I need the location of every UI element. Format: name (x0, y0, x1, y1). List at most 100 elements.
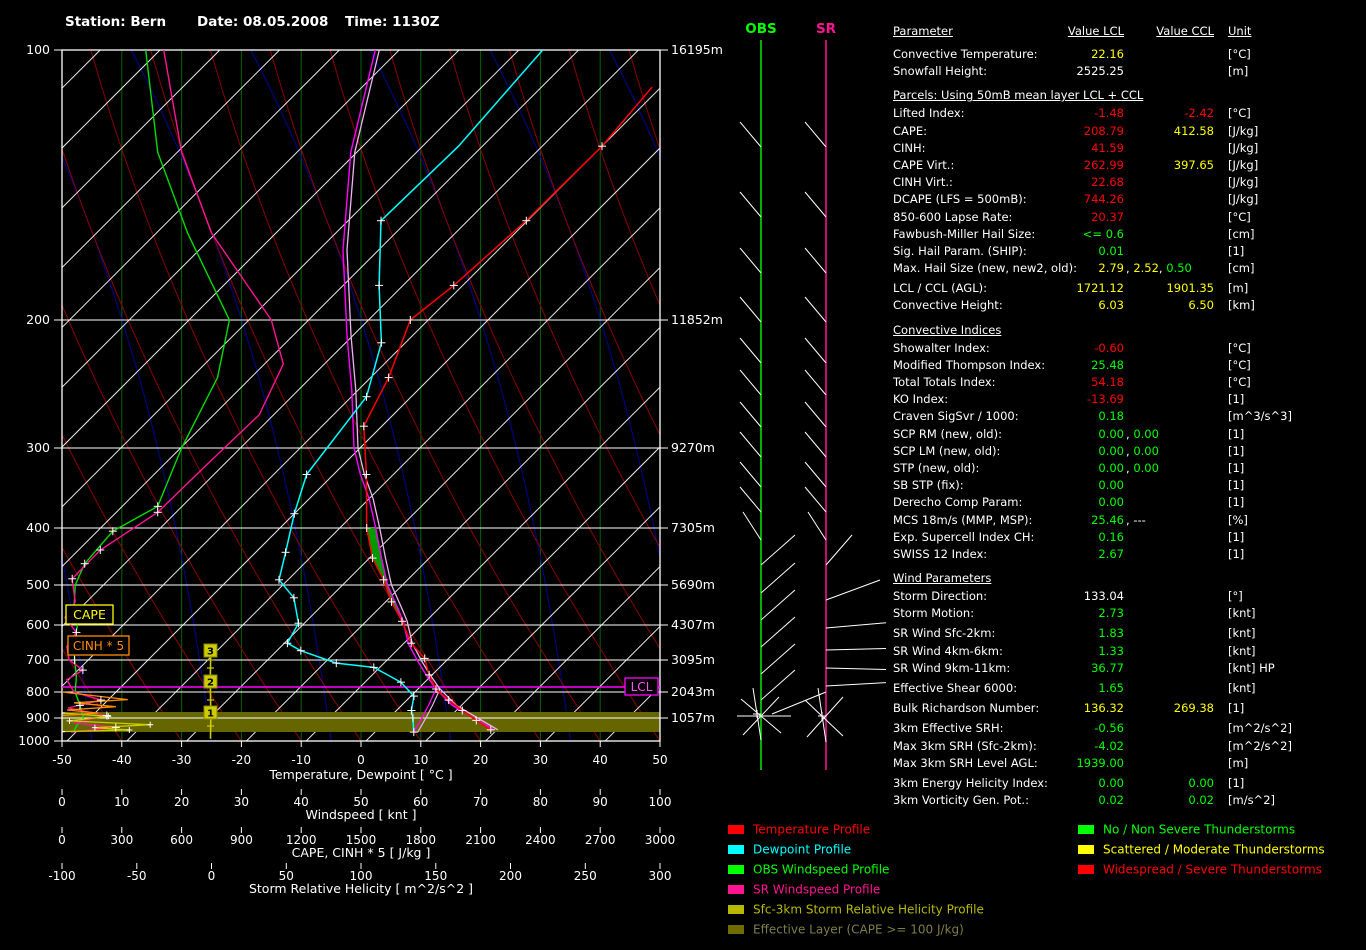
table-row: CAPE: 412.58 208.79 [J/kg] (893, 123, 1363, 140)
value-lcl: 36.77 (1091, 660, 1124, 675)
table-row: CAPE Virt.: 397.65 262.99 [J/kg] (893, 157, 1363, 174)
svg-text:1057m: 1057m (671, 710, 715, 725)
svg-text:10: 10 (114, 795, 129, 809)
table-row: STP (new, old): 0.00, 0.00 [1] (893, 460, 1363, 477)
row-unit: [1] (1228, 392, 1245, 407)
svg-text:200: 200 (26, 312, 50, 327)
table-row: Exp. Supercell Index CH: 0.16 [1] (893, 529, 1363, 546)
value-lcl: 22.16 (1091, 47, 1124, 61)
severity-legend: No / Non Severe Thunderstorms Scattered /… (1078, 822, 1325, 882)
row-unit: [m/s^2] (1228, 793, 1275, 808)
table-row: Craven SigSvr / 1000: 0.18 [m^3/s^3] (893, 408, 1363, 425)
value-lcl: -1.48 (1094, 106, 1124, 121)
table-row: Modified Thompson Index: 25.48 [°C] (893, 357, 1363, 374)
legend-label: Scattered / Moderate Thunderstorms (1103, 842, 1325, 857)
row-unit: [%] (1228, 512, 1248, 527)
table-row: 3km Vorticity Gen. Pot.: 0.02 0.02 [m/s^2] (893, 792, 1363, 809)
svg-text:900: 900 (26, 710, 50, 725)
legend-label: Dewpoint Profile (753, 842, 852, 857)
svg-text:20: 20 (473, 753, 488, 767)
profiles (62, 50, 660, 739)
value-lcl: 1.83 (1098, 626, 1124, 641)
table-row: Storm Direction: 133.04 [°] (893, 588, 1363, 605)
row-unit: [m] (1228, 281, 1249, 296)
table-row: 3km Effective SRH: -0.56 [m^2/s^2] (893, 720, 1363, 737)
row-unit: [°C] (1228, 209, 1251, 224)
value-lcl: 2.73 (1098, 606, 1124, 621)
sounding-analysis-window: Station: Bern Date: 08.05.2008 Time: 113… (0, 0, 1366, 950)
row-unit: [m^3/s^3] (1228, 409, 1292, 424)
row-unit: [m^2/s^2] (1228, 738, 1292, 753)
legend-item: Sfc-3km Storm Relative Helicity Profile (728, 902, 984, 922)
svg-text:30: 30 (533, 753, 548, 767)
legend-label: Effective Layer (CAPE >= 100 J/kg) (753, 922, 964, 937)
cinh-label: CINH * 5 (67, 635, 130, 656)
pressure-axis: 100 200 300 400 500 600 700 800 900 1000 (18, 42, 62, 748)
col-value-ccl: Value CCL (1156, 24, 1214, 38)
row-unit: [1] (1228, 529, 1245, 544)
value-lcl: 20.37 (1091, 209, 1124, 224)
svg-text:0: 0 (208, 869, 216, 883)
row-unit: [km] (1228, 298, 1255, 313)
table-row: 3km Energy Helicity Index: 0.00 0.00 [1] (893, 775, 1363, 792)
legend-item: Dewpoint Profile (728, 842, 984, 862)
table-row: Storm Motion: 2.73 [knt] (893, 605, 1363, 622)
svg-text:3: 3 (207, 647, 214, 658)
value-lcl: 22.68 (1091, 175, 1124, 190)
svg-text:0: 0 (357, 753, 365, 767)
row-unit: [°C] (1228, 47, 1251, 61)
legend-label: No / Non Severe Thunderstorms (1103, 822, 1296, 837)
table-row: LCL / CCL (AGL): 1901.35 1721.12 [m] (893, 280, 1363, 297)
legend-color-chip (728, 905, 744, 914)
cape-label: CAPE (65, 604, 114, 625)
svg-text:LCL: LCL (631, 680, 653, 694)
legend-color-chip (728, 845, 744, 854)
svg-text:-50: -50 (52, 753, 72, 767)
svg-text:250: 250 (574, 869, 597, 883)
row-unit: [°C] (1228, 106, 1251, 121)
legend-item: OBS Windspeed Profile (728, 862, 984, 882)
legend-color-chip (728, 925, 744, 934)
svg-text:0: 0 (58, 833, 66, 847)
value-lcl: 0.02 (1098, 793, 1124, 808)
skewt-diagram: 100200300400500600700800900100016195m118… (18, 21, 886, 896)
svg-text:7305m: 7305m (671, 520, 715, 535)
svg-text:9270m: 9270m (671, 440, 715, 455)
svg-text:400: 400 (26, 520, 50, 535)
svg-text:2100: 2100 (465, 833, 496, 847)
value-lcl: 0.00 (1098, 478, 1124, 493)
row-unit: [1] (1228, 460, 1245, 475)
value-lcl: 2.67 (1098, 546, 1124, 561)
legend-item: Widespread / Severe Thunderstorms (1078, 862, 1325, 882)
table-row: SR Wind 9km-11km: 36.77 [knt] HP (893, 660, 1363, 677)
value-extra: , 2.52, 0.50 (1126, 261, 1192, 276)
value-lcl: -0.60 (1094, 340, 1124, 355)
svg-text:-30: -30 (172, 753, 192, 767)
svg-text:2: 2 (207, 678, 214, 689)
col-value-lcl: Value LCL (1067, 24, 1124, 38)
col-parameter: Parameter (893, 24, 953, 38)
svg-text:700: 700 (26, 652, 50, 667)
legend-item: Effective Layer (CAPE >= 100 J/kg) (728, 922, 984, 942)
value-lcl: 0.18 (1098, 409, 1124, 424)
row-unit: [1] (1228, 426, 1245, 441)
row-unit: [J/kg] (1228, 157, 1259, 172)
value-lcl: 54.18 (1091, 375, 1124, 389)
row-unit: [knt] (1228, 626, 1256, 641)
value-lcl: 0.00 (1098, 775, 1124, 790)
svg-text:100: 100 (26, 42, 50, 57)
row-unit: [knt] (1228, 606, 1256, 621)
row-unit: [°] (1228, 589, 1243, 604)
table-row: Derecho Comp Param: 0.00 [1] (893, 494, 1363, 511)
legend-label: OBS Windspeed Profile (753, 862, 890, 877)
svg-text:2400: 2400 (525, 833, 556, 847)
value-lcl: 0.00 (1098, 426, 1124, 441)
svg-text:0: 0 (58, 795, 66, 809)
table-row: Max 3km SRH (Sfc-2km): -4.02 [m^2/s^2] (893, 738, 1363, 755)
value-lcl: 2.79 (1098, 261, 1124, 276)
row-unit: [J/kg] (1228, 192, 1259, 207)
svg-text:30: 30 (234, 795, 249, 809)
svg-text:3095m: 3095m (671, 652, 715, 667)
value-lcl: 0.16 (1098, 529, 1124, 544)
value-lcl: 744.26 (1083, 192, 1124, 207)
